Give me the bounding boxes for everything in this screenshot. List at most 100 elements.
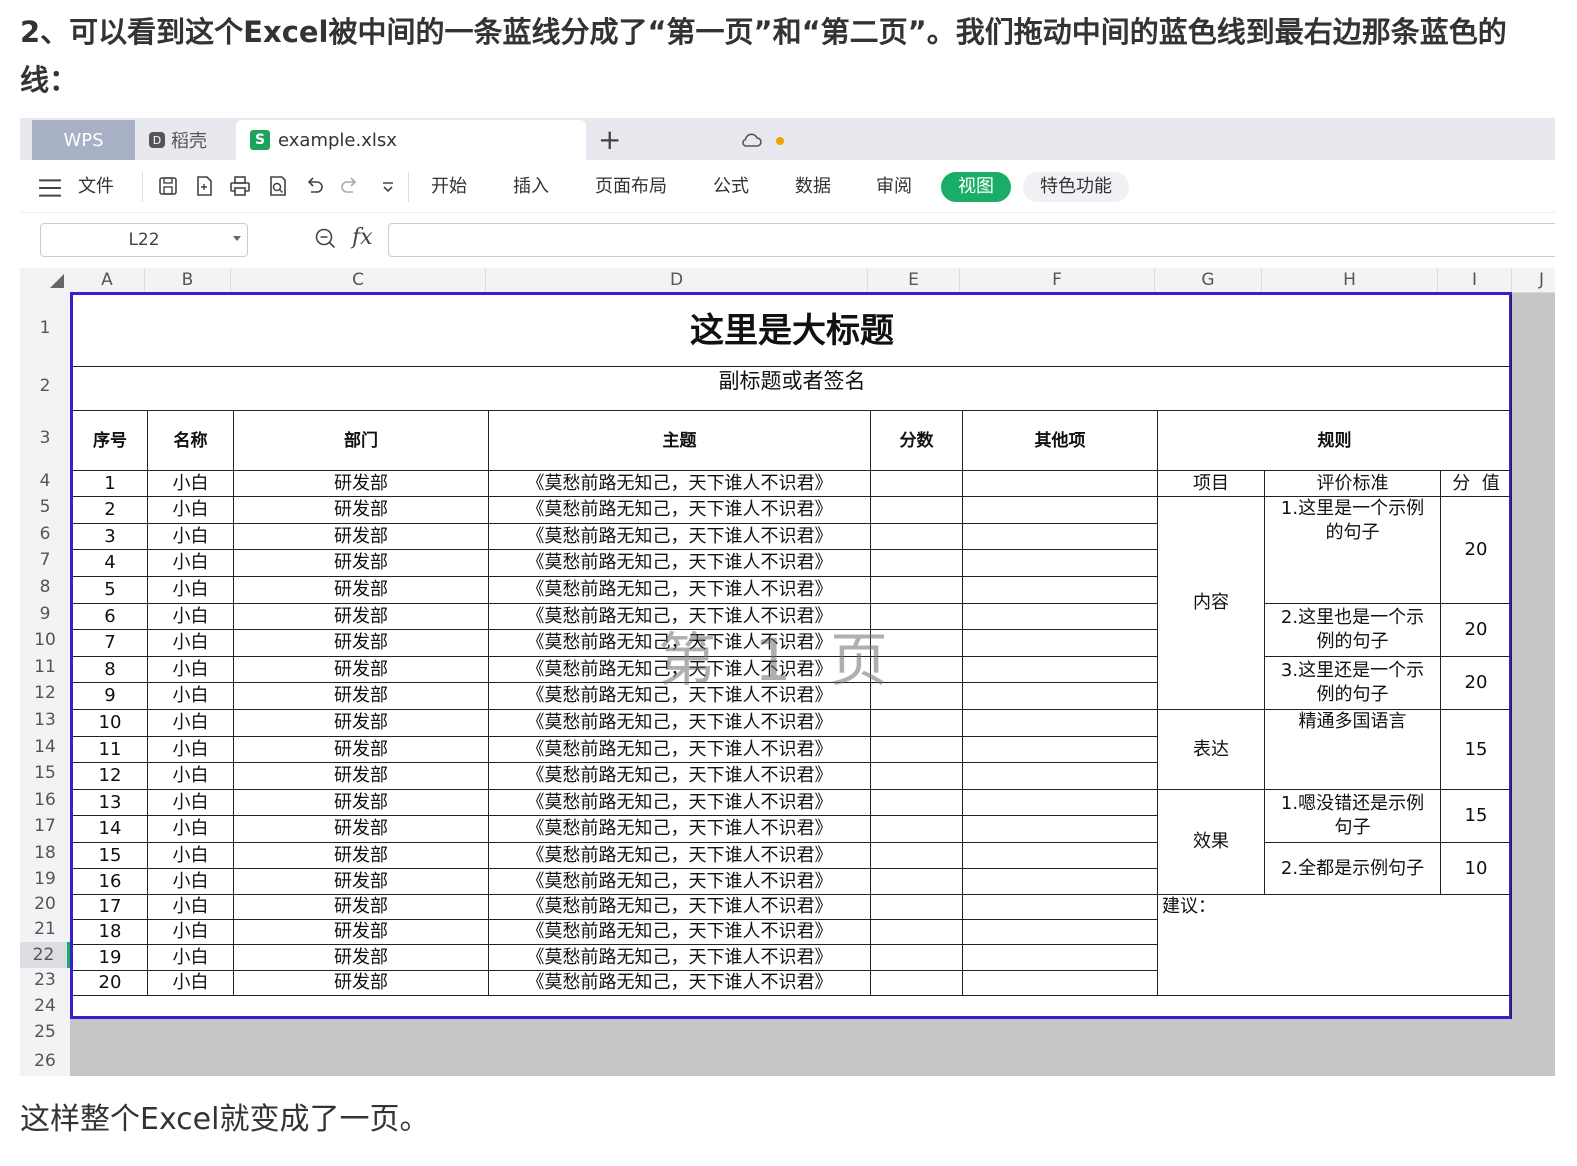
cell-seq[interactable]: 17 [73,895,148,920]
rules-criteria-5[interactable]: 1.嗯没错还是示例句子 [1265,790,1441,843]
cell-dept[interactable]: 研发部 [234,497,489,524]
cell-score[interactable] [871,869,963,895]
cell-topic[interactable]: 《莫愁前路无知己，天下谁人不识君》 [489,524,871,550]
cell-other[interactable] [963,895,1158,920]
menu-data[interactable]: 数据 [795,174,831,200]
cell-other[interactable] [963,683,1158,710]
cell-topic[interactable]: 《莫愁前路无知己，天下谁人不识君》 [489,869,871,895]
cell-other[interactable] [963,710,1158,737]
rules-value-3[interactable]: 20 [1441,657,1512,710]
header-other[interactable]: 其他项 [963,411,1158,471]
chevron-down-icon[interactable] [233,236,241,241]
cell-other[interactable] [963,471,1158,497]
cell-topic[interactable]: 《莫愁前路无知己，天下谁人不识君》 [489,604,871,630]
tab-wps-home[interactable]: WPS [32,120,135,160]
cell-dept[interactable]: 研发部 [234,790,489,816]
row-header[interactable]: 25 [20,1019,70,1046]
cell-other[interactable] [963,657,1158,683]
cell-name[interactable]: 小白 [148,630,234,657]
rules-value-4[interactable]: 15 [1441,710,1512,790]
cell-score[interactable] [871,737,963,763]
cell-name[interactable]: 小白 [148,710,234,737]
cell-name[interactable]: 小白 [148,524,234,550]
cell-name[interactable]: 小白 [148,737,234,763]
save-icon[interactable] [156,174,180,198]
cell-dept[interactable]: 研发部 [234,763,489,790]
cell-topic[interactable]: 《莫愁前路无知己，天下谁人不识君》 [489,550,871,577]
cell-seq[interactable]: 13 [73,790,148,816]
select-all-corner[interactable] [20,268,70,292]
cell-score[interactable] [871,790,963,816]
cell-dept[interactable]: 研发部 [234,550,489,577]
cell-score[interactable] [871,816,963,843]
cell-other[interactable] [963,843,1158,869]
header-seq[interactable]: 序号 [73,411,148,471]
new-tab-button[interactable]: + [598,120,621,160]
row-header[interactable]: 10 [20,627,70,654]
cell-dept[interactable]: 研发部 [234,920,489,945]
cell-other[interactable] [963,524,1158,550]
cell-other[interactable] [963,604,1158,630]
cell-score[interactable] [871,577,963,604]
cell-name[interactable]: 小白 [148,869,234,895]
insert-function-button[interactable]: fx [352,225,373,250]
print-icon[interactable] [228,174,252,198]
sheet-subtitle[interactable]: 副标题或者签名 [73,367,1512,411]
menu-page-layout[interactable]: 页面布局 [595,174,667,200]
cell-score[interactable] [871,843,963,869]
cell-dept[interactable]: 研发部 [234,737,489,763]
header-score[interactable]: 分数 [871,411,963,471]
cell-other[interactable] [963,763,1158,790]
rules-value-6[interactable]: 10 [1441,843,1512,895]
zoom-out-icon[interactable] [314,227,338,251]
column-header-d[interactable]: D [486,268,868,292]
menu-formula[interactable]: 公式 [713,174,749,200]
cell-score[interactable] [871,550,963,577]
cell-score[interactable] [871,710,963,737]
row-header[interactable]: 8 [20,574,70,601]
rules-value-1[interactable]: 20 [1441,497,1512,604]
cell-score[interactable] [871,471,963,497]
cell-other[interactable] [963,577,1158,604]
cell-seq[interactable]: 18 [73,920,148,945]
row-header[interactable]: 16 [20,787,70,813]
cell-seq[interactable]: 19 [73,945,148,971]
cell-name[interactable]: 小白 [148,945,234,971]
cell-name[interactable]: 小白 [148,971,234,996]
row-header[interactable]: 6 [20,521,70,547]
cell-name[interactable]: 小白 [148,895,234,920]
rules-item-express[interactable]: 表达 [1158,710,1265,790]
rules-criteria-2[interactable]: 2.这里也是一个示例的句子 [1265,604,1441,657]
cell-name[interactable]: 小白 [148,790,234,816]
more-dropdown-icon[interactable] [376,174,400,198]
rules-col-item[interactable]: 项目 [1158,471,1265,497]
cell-topic[interactable]: 《莫愁前路无知己，天下谁人不识君》 [489,920,871,945]
cell-name[interactable]: 小白 [148,604,234,630]
row-header[interactable]: 5 [20,494,70,521]
cell-name[interactable]: 小白 [148,657,234,683]
row-header[interactable]: 11 [20,654,70,680]
tab-daoke[interactable]: D 稻壳 [145,120,239,160]
spreadsheet-grid[interactable]: A B C D E F G H I J 1 2 3 4 5 6 7 8 9 10… [20,268,1555,1076]
cell-topic[interactable]: 《莫愁前路无知己，天下谁人不识君》 [489,683,871,710]
cell-seq[interactable]: 9 [73,683,148,710]
cell-seq[interactable]: 4 [73,550,148,577]
cell-dept[interactable]: 研发部 [234,524,489,550]
row-header-selected[interactable]: 22 [20,942,70,968]
cell-score[interactable] [871,497,963,524]
row-header[interactable]: 1 [20,292,70,364]
cell-score[interactable] [871,763,963,790]
cell-seq[interactable]: 12 [73,763,148,790]
cell-topic[interactable]: 《莫愁前路无知己，天下谁人不识君》 [489,816,871,843]
menu-start[interactable]: 开始 [431,174,467,200]
row-header[interactable]: 9 [20,601,70,627]
column-header-f[interactable]: F [960,268,1155,292]
row-header[interactable]: 15 [20,760,70,787]
cell-seq[interactable]: 14 [73,816,148,843]
cell-dept[interactable]: 研发部 [234,604,489,630]
export-pdf-icon[interactable] [192,174,216,198]
column-header-h[interactable]: H [1262,268,1438,292]
cell-dept[interactable]: 研发部 [234,683,489,710]
cell-seq[interactable]: 11 [73,737,148,763]
menu-file[interactable]: 文件 [78,174,114,200]
